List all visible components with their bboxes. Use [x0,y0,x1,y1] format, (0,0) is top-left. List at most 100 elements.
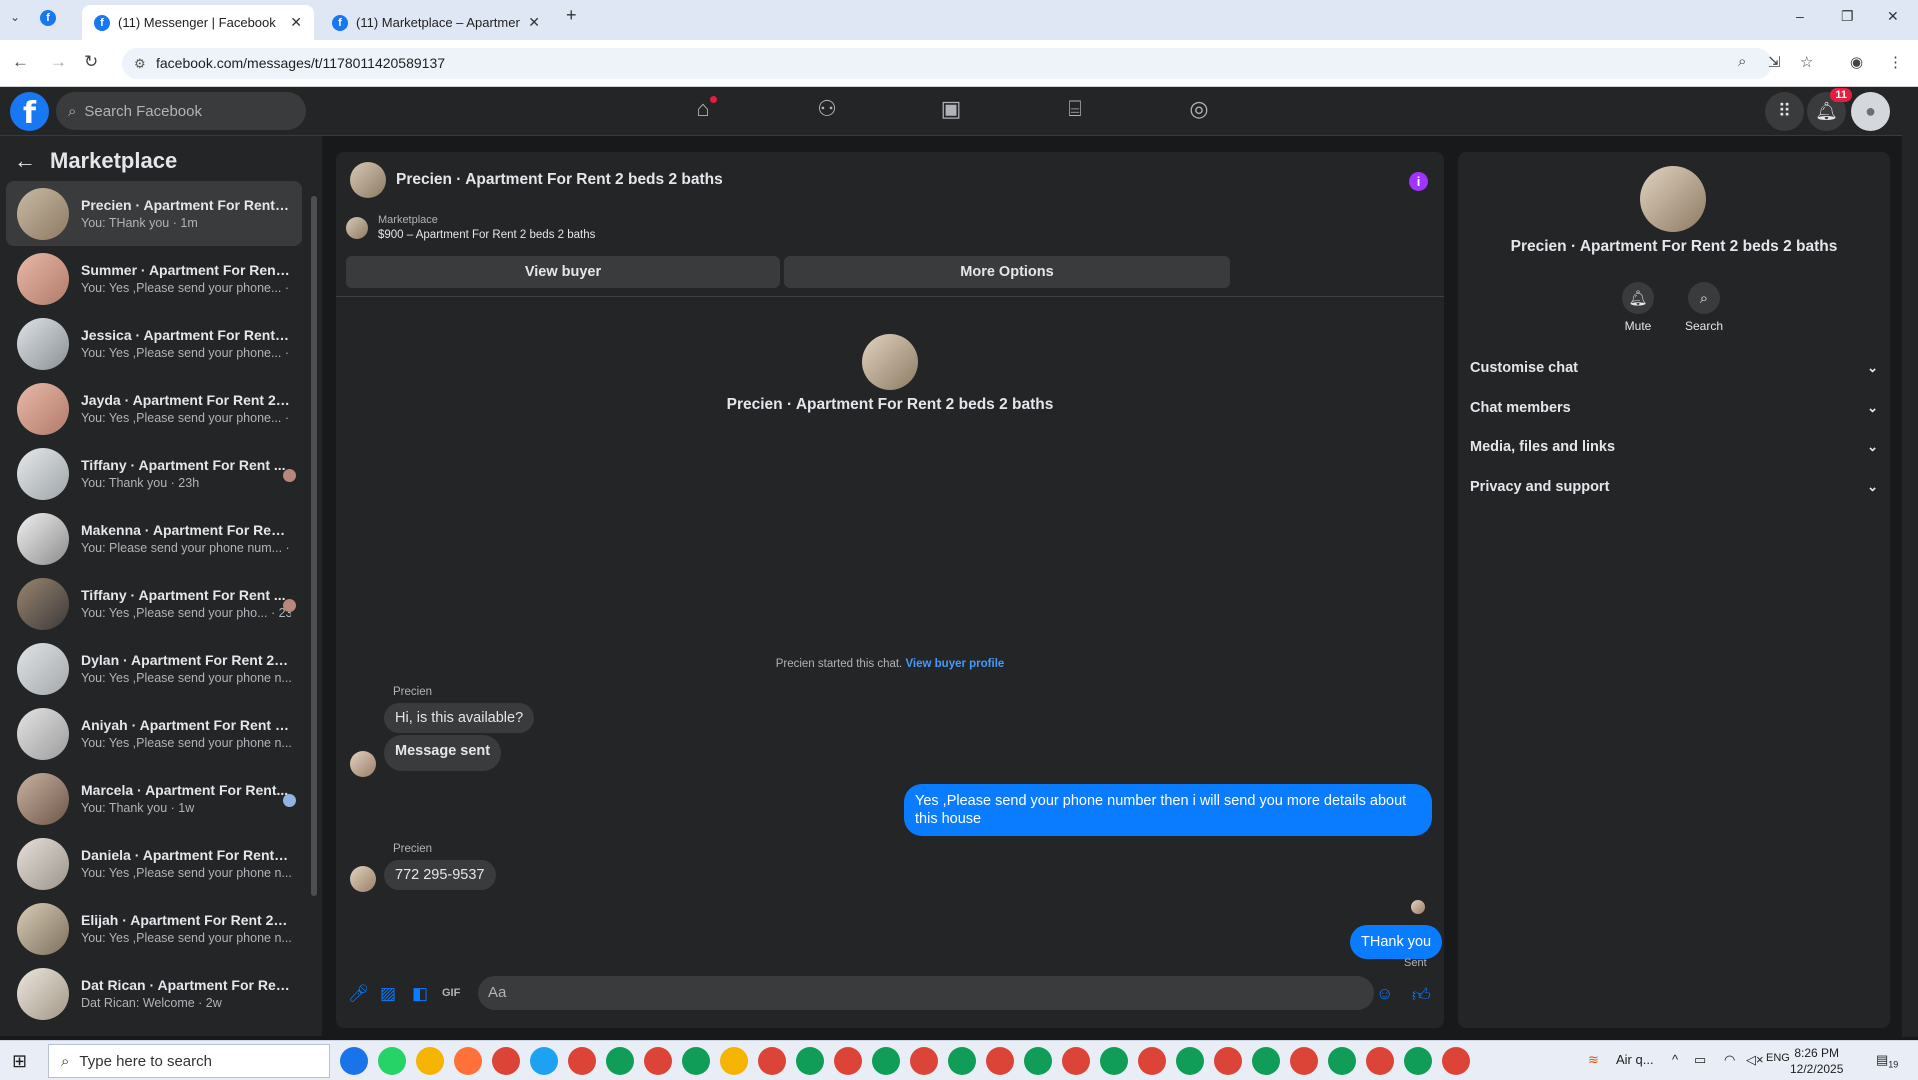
conversation-item[interactable]: Dat Rican · Apartment For Rent ... Dat Ri… [6,961,302,1026]
info-icon[interactable]: i [1409,172,1428,191]
chrome-icon[interactable] [1062,1047,1090,1075]
weather-icon[interactable]: ≋ [1588,1052,1599,1068]
notification-center-icon[interactable]: ▤19 [1876,1052,1898,1070]
view-buyer-button[interactable]: View buyer [346,256,780,288]
conversation-item[interactable]: Tiffany · Apartment For Rent ... You: Yes… [6,571,302,636]
facebook-logo[interactable]: f [10,92,49,131]
new-tab-button[interactable]: + [566,5,577,26]
conversation-item[interactable]: Precien · Apartment For Rent 2 ... You: T… [6,181,302,246]
section-customise-chat[interactable]: Customise chat ⌄ [1470,348,1878,388]
install-app-icon[interactable]: ⇲ [1768,53,1781,71]
wifi-icon[interactable]: ◠ [1724,1052,1735,1068]
sidebar-scrollbar[interactable] [310,181,318,1031]
tab-search-icon[interactable]: ⌄ [10,10,20,24]
conversation-item[interactable]: Daniela · Apartment For Rent 2 ... You: Y… [6,831,302,896]
emoji-icon[interactable]: ☺ [1376,984,1393,1004]
app-icon[interactable] [416,1047,444,1075]
chrome-icon[interactable] [986,1047,1014,1075]
page-scrollbar[interactable] [1902,87,1918,1037]
incoming-message[interactable]: Hi, is this available? [384,703,535,733]
taskbar-search-input[interactable]: ⌕ Type here to search [48,1044,330,1078]
chrome-icon[interactable] [1252,1047,1280,1075]
chrome-icon[interactable] [606,1047,634,1075]
section-media-files-links[interactable]: Media, files and links ⌄ [1470,427,1878,467]
close-window-button[interactable]: ✕ [1887,8,1899,25]
conversation-item[interactable]: Jessica · Apartment For Rent 2 b... You: … [6,311,302,376]
chrome-icon[interactable] [1442,1047,1470,1075]
firefox-icon[interactable] [454,1047,482,1075]
chrome-icon[interactable] [568,1047,596,1075]
chrome-icon[interactable] [682,1047,710,1075]
conversation-item[interactable]: Tiffany · Apartment For Rent ... You: Tha… [6,441,302,506]
like-thumb-icon[interactable]: 👍︎ [1412,984,1431,1006]
weather-text[interactable]: Air q... [1616,1052,1654,1067]
section-privacy-support[interactable]: Privacy and support ⌄ [1470,467,1878,507]
conversation-item[interactable]: Elijah · Apartment For Rent 2 be... You: … [6,896,302,961]
chrome-icon[interactable] [1404,1047,1432,1075]
microphone-icon[interactable]: 🎤︎ [348,984,370,1004]
view-buyer-profile-link[interactable]: View buyer profile [905,658,1004,670]
chrome-icon[interactable] [910,1047,938,1075]
home-nav-icon[interactable]: ⌂ [683,96,723,126]
more-options-button[interactable]: More Options [784,256,1230,288]
maximize-button[interactable]: ❐ [1841,8,1854,25]
conversation-item[interactable]: Makenna · Apartment For Rent ... You: Ple… [6,506,302,571]
conversation-item[interactable]: Marcela · Apartment For Rent... You: Than… [6,766,302,831]
message-input[interactable]: Aa [478,976,1374,1010]
chrome-icon[interactable] [1138,1047,1166,1075]
meet-icon[interactable]: ▭ [1694,1052,1706,1068]
chrome-icon[interactable] [796,1047,824,1075]
tab-marketplace[interactable]: f (11) Marketplace – Apartment f ✕ [320,5,552,40]
chrome-icon[interactable] [834,1047,862,1075]
search-conversation-button[interactable]: ⌕ Search [1674,282,1734,333]
pinned-facebook-tab-icon[interactable]: f [40,10,56,26]
chat-header[interactable]: Precien · Apartment For Rent 2 beds 2 ba… [350,162,723,198]
volume-muted-icon[interactable]: ◁× [1746,1052,1764,1068]
outgoing-message[interactable]: THank you [1350,925,1443,959]
conversation-item[interactable]: Aniyah · Apartment For Rent 2 ... You: Ye… [6,701,302,766]
conversation-item[interactable]: Summer · Apartment For Rent 2... You: Yes… [6,246,302,311]
scrollbar-thumb[interactable] [311,196,317,896]
edge-icon[interactable] [340,1047,368,1075]
chrome-icon[interactable] [948,1047,976,1075]
conversation-item[interactable]: Jayda · Apartment For Rent 2 be... You: Y… [6,376,302,441]
groups-nav-icon[interactable]: ◎ [1179,96,1219,126]
marketplace-nav-icon[interactable]: ⌸ [1055,96,1095,126]
menu-grid-icon[interactable]: ⠿ [1765,92,1804,131]
chrome-icon[interactable] [1366,1047,1394,1075]
file-explorer-icon[interactable] [720,1047,748,1075]
chrome-icon[interactable] [872,1047,900,1075]
close-tab-icon[interactable]: ✕ [290,14,302,31]
sticker-icon[interactable]: ◧ [412,984,428,1004]
profile-icon[interactable]: ◉ [1850,53,1863,71]
minimize-button[interactable]: – [1796,8,1804,24]
chrome-icon[interactable] [492,1047,520,1075]
bookmark-star-icon[interactable]: ☆ [1800,53,1813,71]
whatsapp-icon[interactable] [378,1047,406,1075]
notifications-bell-icon[interactable]: 🔔︎ 11 [1807,88,1852,131]
app-icon[interactable] [530,1047,558,1075]
tab-messenger[interactable]: f (11) Messenger | Facebook ✕ [82,5,314,40]
zoom-icon[interactable]: ⌕ [1738,53,1746,70]
incoming-message[interactable]: 772 295-9537 [384,860,496,890]
facebook-search-input[interactable]: ⌕ Search Facebook [56,92,306,130]
chrome-icon[interactable] [1176,1047,1204,1075]
chrome-icon[interactable] [1328,1047,1356,1075]
back-arrow-icon[interactable]: ← [14,148,36,174]
profile-avatar[interactable] [1640,166,1706,232]
browser-menu-icon[interactable]: ⋮ [1888,53,1903,71]
chrome-icon[interactable] [1290,1047,1318,1075]
account-avatar[interactable]: ● [1851,92,1890,131]
outgoing-message[interactable]: Yes ,Please send your phone number then … [904,784,1432,836]
tray-chevron-up-icon[interactable]: ^ [1672,1052,1678,1067]
photo-icon[interactable]: ▨ [380,984,396,1004]
gif-icon[interactable]: GIF [442,987,460,999]
mute-button[interactable]: 🔔︎ Mute [1608,282,1668,333]
site-info-icon[interactable]: ⚙ [134,48,146,79]
chrome-icon[interactable] [644,1047,672,1075]
chrome-icon[interactable] [1100,1047,1128,1075]
back-icon[interactable]: ← [12,52,29,72]
incoming-message[interactable]: Message sent [384,735,502,771]
conversation-item[interactable]: Dylan · Apartment For Rent 2 b... You: Ye… [6,636,302,701]
chrome-icon[interactable] [1024,1047,1052,1075]
